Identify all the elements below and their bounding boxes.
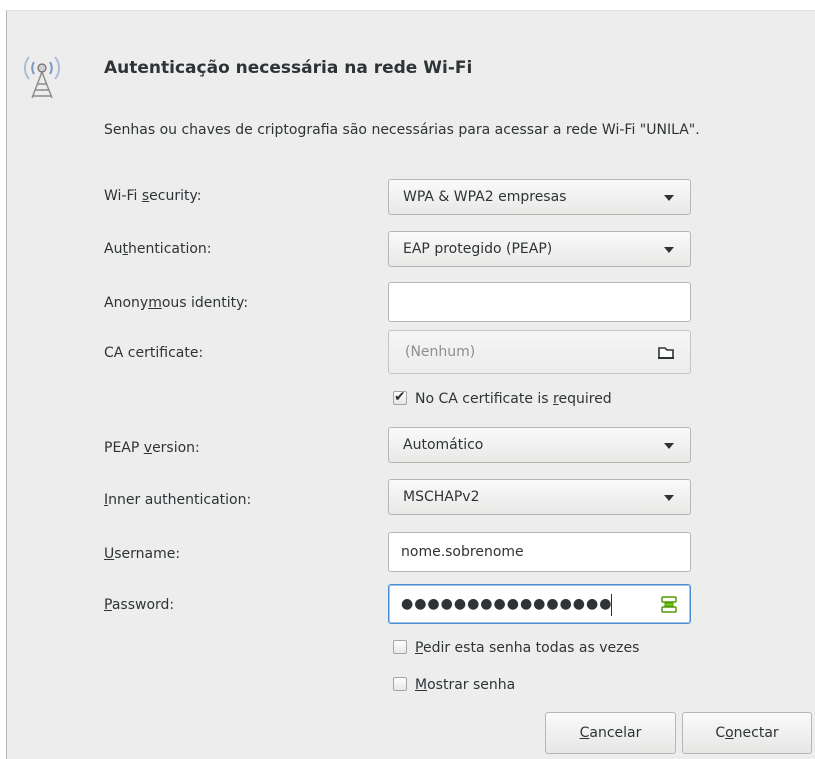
wifi-security-value: WPA & WPA2 empresas xyxy=(403,189,567,205)
username-field[interactable]: nome.sobrenome xyxy=(388,532,691,572)
no-ca-required-check[interactable]: ✔ No CA certificate is required xyxy=(393,389,612,407)
anonymous-identity-label: Anonymous identity: xyxy=(104,295,249,311)
inner-authentication-value: MSCHAPv2 xyxy=(403,489,480,505)
checkbox[interactable] xyxy=(393,640,407,654)
wifi-security-combo[interactable]: WPA & WPA2 empresas xyxy=(388,179,691,215)
peap-version-label: PEAP version: xyxy=(104,440,200,456)
checkbox[interactable]: ✔ xyxy=(393,389,407,405)
password-label: Password: xyxy=(104,597,175,613)
connect-button[interactable]: Conectar xyxy=(682,712,812,754)
dialog-title: Autenticação necessária na rede Wi-Fi xyxy=(104,58,473,78)
ca-certificate-label: CA certificate: xyxy=(104,345,204,361)
checkmark-icon: ✔ xyxy=(394,389,406,405)
anonymous-identity-field[interactable] xyxy=(388,282,691,322)
text-cursor xyxy=(611,594,612,616)
password-storage-icon[interactable] xyxy=(660,595,678,613)
cancel-button[interactable]: Cancelar xyxy=(545,712,676,754)
username-value: nome.sobrenome xyxy=(401,544,524,560)
inner-authentication-combo[interactable]: MSCHAPv2 xyxy=(388,479,691,515)
password-value: ●●●●●●●●●●●●●●●● xyxy=(401,596,613,612)
username-label: Username: xyxy=(104,546,181,562)
dialog-subtitle: Senhas ou chaves de criptografia são nec… xyxy=(104,122,700,138)
chevron-down-icon xyxy=(664,495,674,501)
authentication-label: Authentication: xyxy=(104,241,212,257)
authentication-value: EAP protegido (PEAP) xyxy=(403,241,553,257)
password-field[interactable]: ●●●●●●●●●●●●●●●● xyxy=(388,584,691,624)
inner-authentication-label: Inner authentication: xyxy=(104,492,252,508)
show-password-check[interactable]: Mostrar senha xyxy=(393,677,515,693)
chevron-down-icon xyxy=(664,443,674,449)
checkbox[interactable] xyxy=(393,677,407,691)
document-open-icon xyxy=(658,347,674,359)
chevron-down-icon xyxy=(664,195,674,201)
ask-every-time-check[interactable]: Pedir esta senha todas as vezes xyxy=(393,640,639,656)
authentication-combo[interactable]: EAP protegido (PEAP) xyxy=(388,231,691,267)
ca-certificate-value: (Nenhum) xyxy=(405,344,476,360)
chevron-down-icon xyxy=(664,247,674,253)
peap-version-combo[interactable]: Automático xyxy=(388,427,691,463)
wireless-network-icon xyxy=(24,56,60,99)
ca-certificate-chooser[interactable]: (Nenhum) xyxy=(388,330,691,374)
peap-version-value: Automático xyxy=(403,437,484,453)
wifi-security-label: Wi-Fi security: xyxy=(104,188,202,204)
